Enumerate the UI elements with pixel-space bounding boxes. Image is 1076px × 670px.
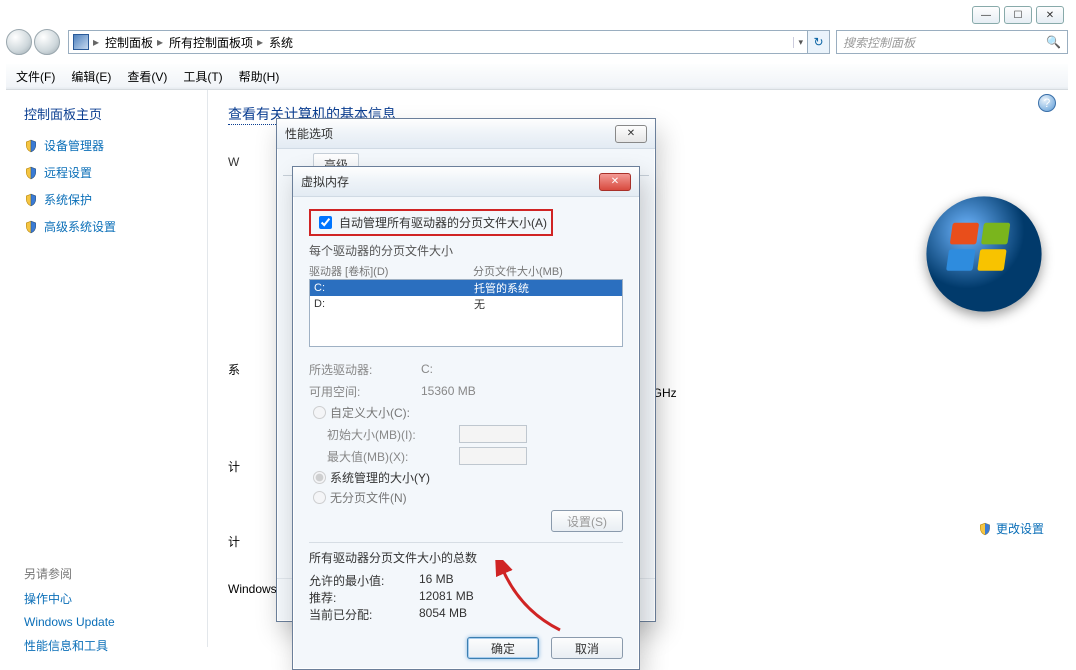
max-size-input[interactable] [459,447,527,465]
initial-size-label: 初始大小(MB)(I): [327,426,447,443]
no-paging-label: 无分页文件(N) [330,489,407,506]
system-managed-radio[interactable]: 系统管理的大小(Y) [313,469,623,486]
sidebar-item-remote-settings[interactable]: 远程设置 [24,164,195,181]
help-icon[interactable]: ? [1038,94,1056,112]
menu-tools[interactable]: 工具(T) [183,68,222,85]
drive-label: C: [314,282,474,294]
search-input[interactable]: 搜索控制面板 🔍 [836,30,1068,54]
search-placeholder: 搜索控制面板 [843,34,915,51]
dialog-close-button[interactable]: ✕ [615,125,647,143]
chevron-right-icon: ▸ [257,35,265,49]
breadcrumb-seg[interactable]: 控制面板 [105,34,153,51]
close-button[interactable]: ✕ [1036,6,1064,24]
dialog-titlebar[interactable]: 虚拟内存 ✕ [293,167,639,197]
breadcrumb[interactable]: ▸ 控制面板 ▸ 所有控制面板项 ▸ 系统 ▾ [68,30,808,54]
auto-manage-checkbox[interactable] [319,216,332,229]
current-allocated-label: 当前已分配: [309,606,419,623]
maximize-button[interactable]: ☐ [1004,6,1032,24]
custom-size-radio[interactable]: 自定义大小(C): [313,404,623,421]
auto-manage-label: 自动管理所有驱动器的分页文件大小(A) [339,214,547,231]
system-managed-radio-input[interactable] [313,471,326,484]
drive-value: 托管的系统 [474,280,529,296]
dialog-titlebar[interactable]: 性能选项 ✕ [277,119,655,149]
current-allocated-value: 8054 MB [419,606,467,623]
minimize-button[interactable]: — [972,6,1000,24]
sidebar-item-perf-info[interactable]: 性能信息和工具 [24,637,195,654]
auto-manage-highlight: 自动管理所有驱动器的分页文件大小(A) [309,209,553,236]
totals-title: 所有驱动器分页文件大小的总数 [309,549,623,566]
breadcrumb-seg[interactable]: 所有控制面板项 [169,34,253,51]
shield-icon [24,193,38,207]
available-space-value: 15360 MB [421,384,476,398]
available-space-label: 可用空间: [309,383,409,400]
custom-size-radio-input[interactable] [313,406,326,419]
sidebar-item-label: 系统保护 [44,191,92,208]
sidebar-item-system-protection[interactable]: 系统保护 [24,191,195,208]
max-size-label: 最大值(MB)(X): [327,448,447,465]
refresh-button[interactable]: ↻ [808,30,830,54]
sidebar-item-windows-update[interactable]: Windows Update [24,615,195,629]
dialog-title: 虚拟内存 [301,173,349,190]
change-settings-label: 更改设置 [996,520,1044,537]
menu-edit[interactable]: 编辑(E) [71,68,111,85]
no-paging-radio-input[interactable] [313,491,326,504]
per-drive-group-label: 每个驱动器的分页文件大小 [309,242,623,259]
shield-icon [24,220,38,234]
sidebar-item-advanced-settings[interactable]: 高级系统设置 [24,218,195,235]
min-allowed-value: 16 MB [419,572,454,589]
forward-button[interactable] [34,29,60,55]
menu-file[interactable]: 文件(F) [16,68,55,85]
dialog-close-button[interactable]: ✕ [599,173,631,191]
cancel-button[interactable]: 取消 [551,637,623,659]
shield-icon [978,522,992,536]
see-also-label: 另请参阅 [24,565,195,582]
menu-bar: 文件(F) 编辑(E) 查看(V) 工具(T) 帮助(H) [6,64,1068,90]
sidebar: 控制面板主页 设备管理器 远程设置 系统保护 高级系统设置 另请参阅 操作中心 … [6,90,208,647]
sidebar-item-action-center[interactable]: 操作中心 [24,590,195,607]
no-paging-radio[interactable]: 无分页文件(N) [313,489,623,506]
sidebar-item-label: 高级系统设置 [44,218,116,235]
shield-icon [24,139,38,153]
drive-row-d[interactable]: D: 无 [310,296,622,312]
system-managed-label: 系统管理的大小(Y) [330,469,430,486]
drive-value: 无 [474,296,485,312]
dialog-title: 性能选项 [285,125,333,142]
drive-row-c[interactable]: C: 托管的系统 [310,280,622,296]
sidebar-item-label: 设备管理器 [44,137,104,154]
column-header-size: 分页文件大小(MB) [473,263,563,279]
breadcrumb-seg[interactable]: 系统 [269,34,293,51]
initial-size-input[interactable] [459,425,527,443]
chevron-down-icon[interactable]: ▾ [793,37,803,48]
recommended-label: 推荐: [309,589,419,606]
recommended-value: 12081 MB [419,589,474,606]
sidebar-title: 控制面板主页 [24,104,195,123]
chevron-right-icon: ▸ [157,35,165,49]
ok-button[interactable]: 确定 [467,637,539,659]
change-settings-link[interactable]: 更改设置 [978,520,1044,537]
virtual-memory-dialog: 虚拟内存 ✕ 自动管理所有驱动器的分页文件大小(A) 每个驱动器的分页文件大小 … [292,166,640,670]
menu-view[interactable]: 查看(V) [127,68,167,85]
column-header-drive: 驱动器 [卷标](D) [309,263,473,279]
set-button[interactable]: 设置(S) [551,510,623,532]
search-icon: 🔍 [1046,35,1061,49]
menu-help[interactable]: 帮助(H) [239,68,280,85]
min-allowed-label: 允许的最小值: [309,572,419,589]
drive-label: D: [314,298,474,310]
selected-drive-label: 所选驱动器: [309,361,409,378]
nav-back-forward[interactable] [6,28,68,56]
chevron-right-icon: ▸ [93,35,101,49]
sidebar-item-device-manager[interactable]: 设备管理器 [24,137,195,154]
sidebar-item-label: 远程设置 [44,164,92,181]
control-panel-icon [73,34,89,50]
drive-list[interactable]: C: 托管的系统 D: 无 [309,279,623,347]
windows-logo-icon [924,194,1044,314]
selected-drive-value: C: [421,362,433,376]
custom-size-label: 自定义大小(C): [330,404,410,421]
shield-icon [24,166,38,180]
back-button[interactable] [6,29,32,55]
